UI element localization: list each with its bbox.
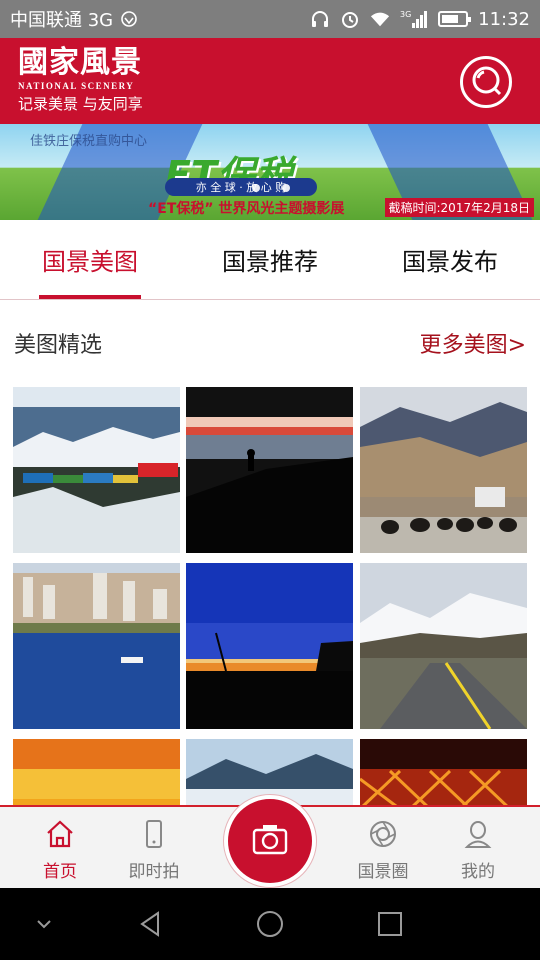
headphones-icon xyxy=(310,9,330,29)
aperture-icon xyxy=(366,817,400,851)
brand-slogan: 记录美景 与友同享 xyxy=(18,95,143,113)
carousel-dot[interactable] xyxy=(252,184,260,192)
banner-deadline: 截稿时间:2017年2月18日 xyxy=(384,198,534,217)
search-icon xyxy=(469,63,503,101)
battery-icon xyxy=(438,11,472,27)
status-time: 11:32 xyxy=(478,8,530,30)
signal-icon xyxy=(119,9,139,29)
photo-yak-herd-road[interactable] xyxy=(360,387,527,553)
brand-logo: 國家風景 NATIONAL SCENERY 记录美景 与友同享 xyxy=(18,46,143,114)
carousel-dot[interactable] xyxy=(282,184,290,192)
brand-title: 國家風景 xyxy=(18,45,142,80)
home-icon xyxy=(43,817,77,851)
nav-circle-label: 国景圈 xyxy=(357,862,409,882)
nav-instant-shot[interactable]: 即时拍 xyxy=(114,817,194,883)
tab-bar: 国景美图 国景推荐 国景发布 xyxy=(0,220,540,300)
nav-mine[interactable]: 我的 xyxy=(438,817,518,883)
section-title: 美图精选 xyxy=(14,333,103,358)
alarm-icon xyxy=(340,9,360,29)
photo-mountain-prayer-flags[interactable] xyxy=(13,387,180,553)
promo-banner[interactable]: 佳铁庄保税直购中心 ET保税 亦 全 球 · 放 心 购 “ET保税” 世界风光… xyxy=(0,124,540,220)
banner-headline: “ET保税” 世界风光主题摄影展 xyxy=(148,201,345,217)
more-photos-link[interactable]: 更多美图> xyxy=(420,327,526,359)
photo-night-sky-yurt[interactable] xyxy=(186,563,353,729)
user-icon xyxy=(461,817,495,851)
cell-signal-icon: 3G xyxy=(400,9,428,29)
photo-silhouette-hiker-sunset[interactable] xyxy=(186,387,353,553)
search-button[interactable] xyxy=(460,56,512,108)
photo-coastal-city-seaplane[interactable] xyxy=(13,563,180,729)
app-header: 國家風景 NATIONAL SCENERY 记录美景 与友同享 xyxy=(0,38,540,124)
chevron-down-icon[interactable] xyxy=(24,904,64,944)
back-icon[interactable] xyxy=(130,904,170,944)
phone-icon xyxy=(137,817,171,851)
nav-mine-label: 我的 xyxy=(461,862,495,882)
wifi-icon xyxy=(370,9,390,29)
camera-button[interactable] xyxy=(224,795,316,887)
tab-guojing-meitu[interactable]: 国景美图 xyxy=(0,220,180,299)
tab-guojing-tuijian[interactable]: 国景推荐 xyxy=(180,220,360,299)
nav-home-label: 首页 xyxy=(43,862,77,882)
photo-snow-mountain-road[interactable] xyxy=(360,563,527,729)
svg-text:3G: 3G xyxy=(400,10,411,19)
carrier-label: 中国联通 3G xyxy=(10,10,114,31)
tab-guojing-fabu[interactable]: 国景发布 xyxy=(360,220,540,299)
system-nav-bar xyxy=(0,888,540,960)
brand-subtitle: NATIONAL SCENERY xyxy=(18,81,135,91)
home-circle-icon[interactable] xyxy=(250,904,290,944)
app-screen: 中国联通 3G 3G 11:32 國家風景 NATIONAL SCENERY 记… xyxy=(0,0,540,960)
banner-caption: 佳铁庄保税直购中心 xyxy=(30,134,148,149)
section-header: 美图精选 更多美图> xyxy=(0,300,540,386)
nav-home[interactable]: 首页 xyxy=(20,817,100,883)
banner-strip: 亦 全 球 · 放 心 购 xyxy=(165,178,317,196)
recents-icon[interactable] xyxy=(370,904,410,944)
camera-icon xyxy=(252,823,288,859)
status-bar: 中国联通 3G 3G 11:32 xyxy=(0,0,540,38)
nav-instant-shot-label: 即时拍 xyxy=(128,862,180,882)
nav-circle[interactable]: 国景圈 xyxy=(343,817,423,883)
